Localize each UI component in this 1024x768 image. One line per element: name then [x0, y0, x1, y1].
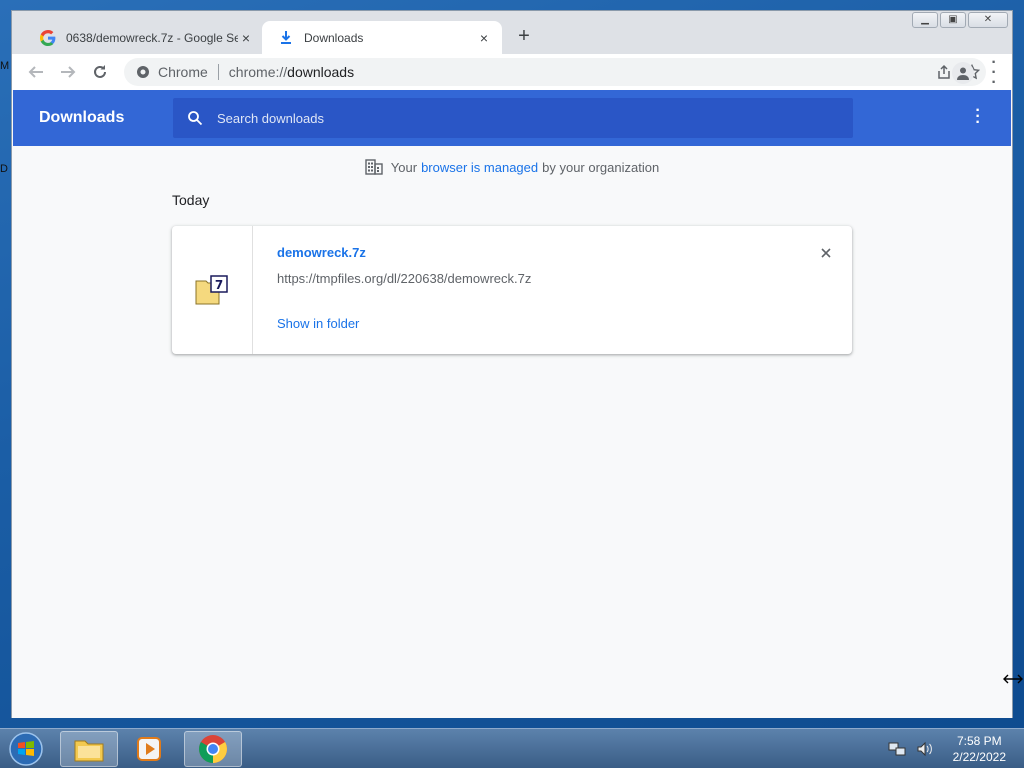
toolbar-right: · · · [952, 55, 1004, 91]
remove-download-button[interactable] [814, 242, 838, 266]
toolbar: Chrome chrome:// downloads · · · [12, 54, 1012, 91]
page-title: Downloads [39, 109, 125, 126]
download-icon [278, 30, 294, 46]
browser-window: 0638/demowreck.7z - Google Se × Download… [11, 10, 1013, 718]
forward-button[interactable] [52, 58, 84, 86]
url-scheme: chrome:// [228, 64, 288, 80]
volume-icon[interactable] [916, 741, 934, 757]
tab-strip: 0638/demowreck.7z - Google Se × Download… [12, 11, 1012, 54]
show-in-folder-link[interactable]: Show in folder [277, 316, 359, 331]
managed-notice: Your browser is managed by your organiza… [12, 159, 1012, 175]
search-input[interactable] [217, 110, 817, 126]
url-host: downloads [287, 64, 355, 80]
managed-prefix: Your [390, 159, 418, 175]
file-name-link[interactable]: demowreck.7z [277, 245, 366, 260]
close-tab-button[interactable]: × [476, 30, 492, 46]
system-tray: 7:58 PM 2/22/2022 [883, 729, 1024, 768]
profile-avatar-icon[interactable] [952, 62, 974, 84]
maximize-button[interactable]: ▣ [940, 12, 966, 28]
chrome-page-icon [137, 66, 149, 78]
tab-google-search[interactable]: 0638/demowreck.7z - Google Se × [24, 21, 264, 54]
search-box[interactable] [173, 98, 853, 138]
minimize-button[interactable]: ▁ [912, 12, 938, 28]
windows-start-icon [9, 732, 43, 766]
7z-archive-icon: 7 [195, 275, 228, 305]
managed-link[interactable]: browser is managed [421, 160, 538, 175]
google-icon [40, 29, 56, 46]
date-header: Today [172, 192, 210, 208]
close-icon [821, 248, 831, 258]
resize-cursor-icon [1003, 671, 1023, 689]
taskbar-file-explorer[interactable] [60, 731, 118, 767]
new-tab-button[interactable]: + [512, 25, 536, 49]
taskbar: 7:58 PM 2/22/2022 [0, 728, 1024, 768]
back-arrow-icon [28, 66, 43, 78]
clock-date: 2/22/2022 [952, 750, 1006, 764]
downloads-header: Downloads ··· [13, 90, 1011, 146]
close-window-button[interactable]: ✕ [968, 12, 1008, 28]
file-source-url: https://tmpfiles.org/dl/220638/demowreck… [277, 271, 532, 286]
svg-text:7: 7 [215, 278, 223, 292]
chrome-icon [199, 735, 227, 763]
file-icon-column: 7 [172, 226, 253, 354]
reload-icon [94, 65, 106, 78]
address-bar[interactable]: Chrome chrome:// downloads [124, 58, 986, 86]
start-button[interactable] [6, 730, 46, 768]
more-actions-icon[interactable]: · · · [975, 103, 981, 131]
window-controls: ▁ ▣ ✕ [912, 12, 1008, 28]
file-explorer-icon [74, 740, 104, 762]
download-item: 7 demowreck.7z https://tmpfiles.org/dl/2… [172, 226, 852, 354]
media-player-icon [137, 737, 161, 761]
network-icon[interactable] [888, 741, 906, 757]
chrome-menu-icon[interactable]: · · · [984, 55, 1004, 91]
share-icon[interactable] [936, 64, 952, 80]
desktop-icon-label-m: M [0, 60, 10, 72]
taskbar-chrome[interactable] [184, 731, 242, 767]
close-tab-button[interactable]: × [238, 30, 254, 46]
site-label: Chrome [158, 64, 208, 80]
tab-title: 0638/demowreck.7z - Google Se [66, 30, 238, 45]
tab-downloads[interactable]: Downloads × [262, 21, 502, 54]
system-clock[interactable]: 7:58 PM 2/22/2022 [953, 733, 1006, 765]
building-icon [365, 159, 383, 175]
search-icon [188, 111, 203, 126]
back-button[interactable] [20, 58, 52, 86]
omnibox-divider [217, 64, 219, 80]
taskbar-media-player[interactable] [120, 731, 178, 767]
managed-suffix: by your organization [542, 159, 660, 175]
tab-title: Downloads [304, 30, 364, 45]
reload-button[interactable] [84, 58, 116, 86]
forward-arrow-icon [61, 66, 76, 78]
page-content: Downloads ··· Your browser is managed by… [12, 90, 1012, 718]
clock-time: 7:58 PM [956, 734, 1002, 748]
desktop-icon-label-d: D [0, 163, 8, 175]
